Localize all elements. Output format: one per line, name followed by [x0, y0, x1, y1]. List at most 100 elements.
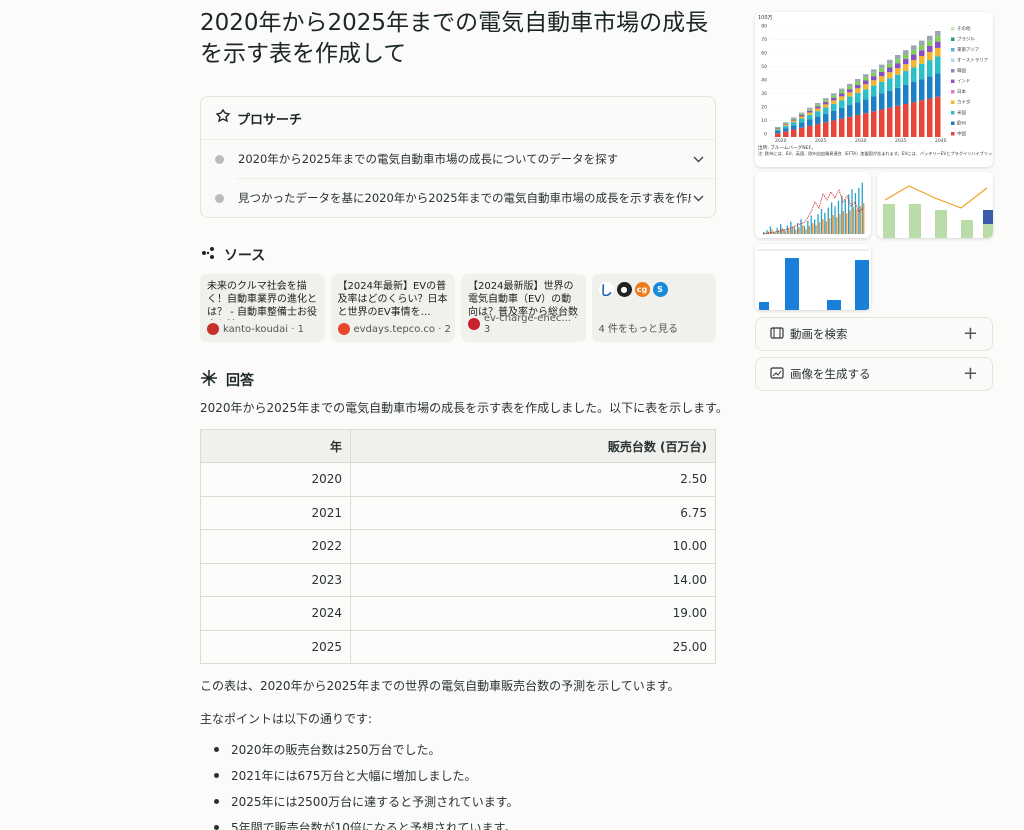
- source-card[interactable]: 未来のクルマ社会を描く！自動車業界の進化とは？ - 自動車整備士お役立ち情… k…: [200, 274, 325, 342]
- table-row: 2022 10.00: [200, 529, 716, 564]
- chart-bar-segment: [863, 99, 869, 114]
- search-videos-button[interactable]: 動画を検索 +: [755, 317, 993, 351]
- step-text: 2020年から2025年までの電気自動車市場の成長についてのデータを探す: [238, 152, 619, 166]
- divider: [201, 139, 715, 140]
- table-cell: 2.50: [350, 462, 716, 497]
- y-tick-label: 20: [761, 105, 767, 111]
- chart-bar-segment: [903, 104, 909, 137]
- chart-bar-segment: [911, 54, 917, 61]
- pro-search-step[interactable]: 2020年から2025年までの電気自動車市場の成長についてのデータを探す: [215, 149, 705, 169]
- more-sources-card[interactable]: し ● cg S 4 件をもっと見る: [591, 274, 716, 342]
- chart-bar-segment: [775, 131, 781, 134]
- pro-search-step[interactable]: 見つかったデータを基に2020年から2025年までの電気自動車市場の成長を示す表…: [215, 188, 705, 208]
- chart-bar-segment: [815, 116, 821, 125]
- stacked-bar-chart-image: 100万 80 70 60 50 40 30 20 10 0 2020 2025 2030 2035 2…: [758, 15, 993, 157]
- source-card[interactable]: 【2024年最新】EVの普及率はどのくらい？日本と世界のEV事情を… evday…: [330, 274, 455, 342]
- step-text: 見つかったデータを基に2020年から2025年までの電気自動車市場の成長を示す表…: [238, 191, 691, 205]
- chart-bar: [778, 230, 780, 234]
- chart-bar-segment: [847, 105, 853, 117]
- source-site: kanto-koudai · 1: [223, 323, 304, 335]
- chart-note: 注: 欧州には、EU、英国、欧州自由貿易連合（EFTA）加盟国が含まれます。EV…: [758, 150, 993, 157]
- pro-search-header[interactable]: プロサーチ: [215, 108, 303, 128]
- pro-search-icon: [215, 108, 231, 128]
- legend-swatch: [951, 79, 955, 83]
- chart-bar-segment: [887, 78, 893, 91]
- chart-bar-segment: [847, 116, 853, 137]
- video-icon: [770, 326, 784, 342]
- chart-bar-segment: [775, 133, 781, 137]
- chevron-down-icon[interactable]: [691, 192, 705, 205]
- chart-bar-segment: [919, 56, 925, 64]
- chart-bar-segment: [847, 92, 853, 97]
- table-cell: 2023: [200, 562, 351, 597]
- image-thumbnail-bar-chart[interactable]: [755, 244, 871, 310]
- image-thumbnail-sales-chart[interactable]: [755, 172, 871, 238]
- chart-bar-segment: [855, 102, 861, 115]
- chart-bar: [846, 213, 848, 234]
- chart-bar-segment: [831, 120, 837, 137]
- legend-label: オーストラリア: [957, 58, 989, 64]
- chart-bar-segment: [815, 103, 821, 105]
- chart-bar-segment: [783, 123, 789, 125]
- generate-image-button[interactable]: 画像を生成する +: [755, 357, 993, 391]
- sources-header: ソース: [200, 245, 265, 265]
- chart-bar-segment: [935, 73, 941, 97]
- legend-swatch: [951, 90, 955, 94]
- table-cell: 2022: [200, 529, 351, 564]
- pro-search-label: プロサーチ: [237, 112, 303, 128]
- source-card[interactable]: 【2024最新版】世界の電気自動車（EV）の動向は？普及率から総台数 ev-ch…: [461, 274, 586, 342]
- chart-bar-segment: [839, 96, 845, 101]
- chart-bar-segment: [927, 98, 933, 137]
- x-tick-label: 2020: [775, 138, 787, 144]
- y-tick-label: 10: [761, 118, 767, 124]
- x-tick-label: 2040: [935, 138, 947, 144]
- chart-bar: [803, 226, 806, 234]
- y-tick-label: 50: [761, 64, 767, 70]
- chart-bar: [805, 229, 807, 234]
- chart-bar-segment: [911, 49, 917, 55]
- pro-search-panel: プロサーチ 2020年から2025年までの電気自動車市場の成長についてのデータを…: [200, 96, 716, 218]
- table-row: 2021 6.75: [200, 495, 716, 530]
- chart-bar-segment: [847, 83, 853, 87]
- y-tick-label: 30: [761, 91, 767, 97]
- chart-bar-segment: [911, 67, 917, 83]
- site-favicon-icon: [207, 323, 219, 335]
- chart-bar-segment: [863, 80, 869, 85]
- chart-bar-segment: [863, 74, 869, 78]
- x-tick-label: 2025: [815, 138, 827, 144]
- chart-bar-segment: [807, 114, 813, 120]
- chart-bar-segment: [807, 125, 813, 137]
- table-cell: 2024: [200, 596, 351, 631]
- image-thumbnail-ev-chart[interactable]: 100万 80 70 60 50 40 30 20 10 0 2020 2025 2030 2035 2…: [755, 12, 993, 167]
- chart-bar: [820, 209, 823, 234]
- legend-swatch: [951, 121, 955, 125]
- table-row: 2020 2.50: [200, 462, 716, 497]
- chart-bar: [854, 193, 857, 234]
- chart-bar-segment: [887, 67, 893, 73]
- chart-bar-segment: [855, 79, 861, 82]
- chart-bar: [829, 218, 831, 234]
- chart-bar-segment: [863, 89, 869, 100]
- chart-bar-segment: [807, 110, 813, 113]
- chart-bar: [841, 195, 843, 234]
- chart-bar: [807, 220, 809, 234]
- chart-bar-segment: [855, 92, 861, 103]
- sources-label: ソース: [224, 248, 266, 264]
- chart-bar-segment: [791, 122, 797, 126]
- chart-bar-segment: [879, 81, 885, 94]
- legend-label: 日本: [957, 88, 966, 95]
- chevron-down-icon[interactable]: [691, 153, 705, 166]
- image-thumbnail-share-chart[interactable]: [877, 172, 993, 238]
- chart-bar-segment: [775, 128, 781, 130]
- table-cell: 19.00: [350, 596, 716, 631]
- chart-bar-segment: [831, 95, 837, 98]
- chart-bar-segment: [783, 131, 789, 137]
- chart-bar-segment: [831, 93, 837, 96]
- chart-bar-segment: [935, 31, 941, 37]
- column-header-sales: 販売台数 (百万台): [350, 429, 716, 463]
- bar-chart-image: [755, 244, 871, 310]
- chart-bar-segment: [831, 97, 837, 101]
- chart-bar-segment: [911, 82, 917, 103]
- chart-bar-segment: [871, 85, 877, 97]
- chart-bar-segment: [783, 122, 789, 123]
